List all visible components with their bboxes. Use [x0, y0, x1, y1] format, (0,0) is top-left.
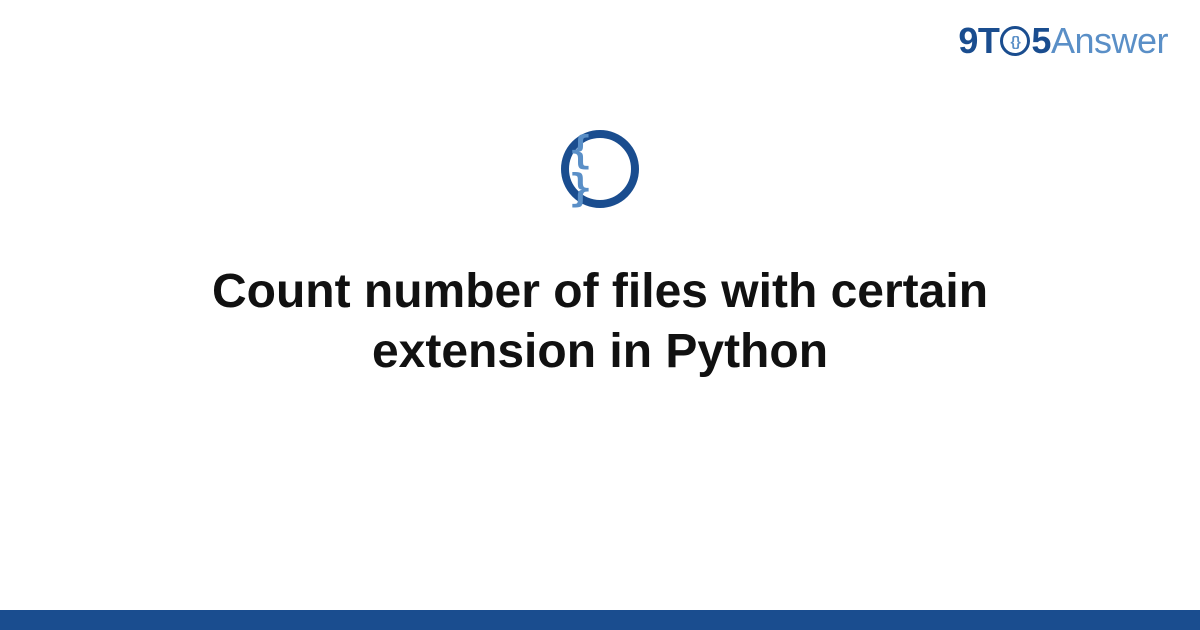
logo-text-9t: 9T	[958, 20, 999, 62]
logo-o-circle: {}	[1000, 26, 1030, 56]
footer-bar	[0, 610, 1200, 630]
page-title: Count number of files with certain exten…	[120, 262, 1080, 382]
braces-glyph: { }	[569, 131, 631, 207]
logo-text-5: 5	[1031, 20, 1051, 62]
site-logo: 9T {} 5 Answer	[958, 20, 1168, 62]
logo-text-answer: Answer	[1051, 20, 1168, 62]
code-braces-icon: { }	[561, 130, 639, 208]
logo-o-braces-icon: {}	[1010, 34, 1020, 48]
main-content: { } Count number of files with certain e…	[0, 130, 1200, 382]
